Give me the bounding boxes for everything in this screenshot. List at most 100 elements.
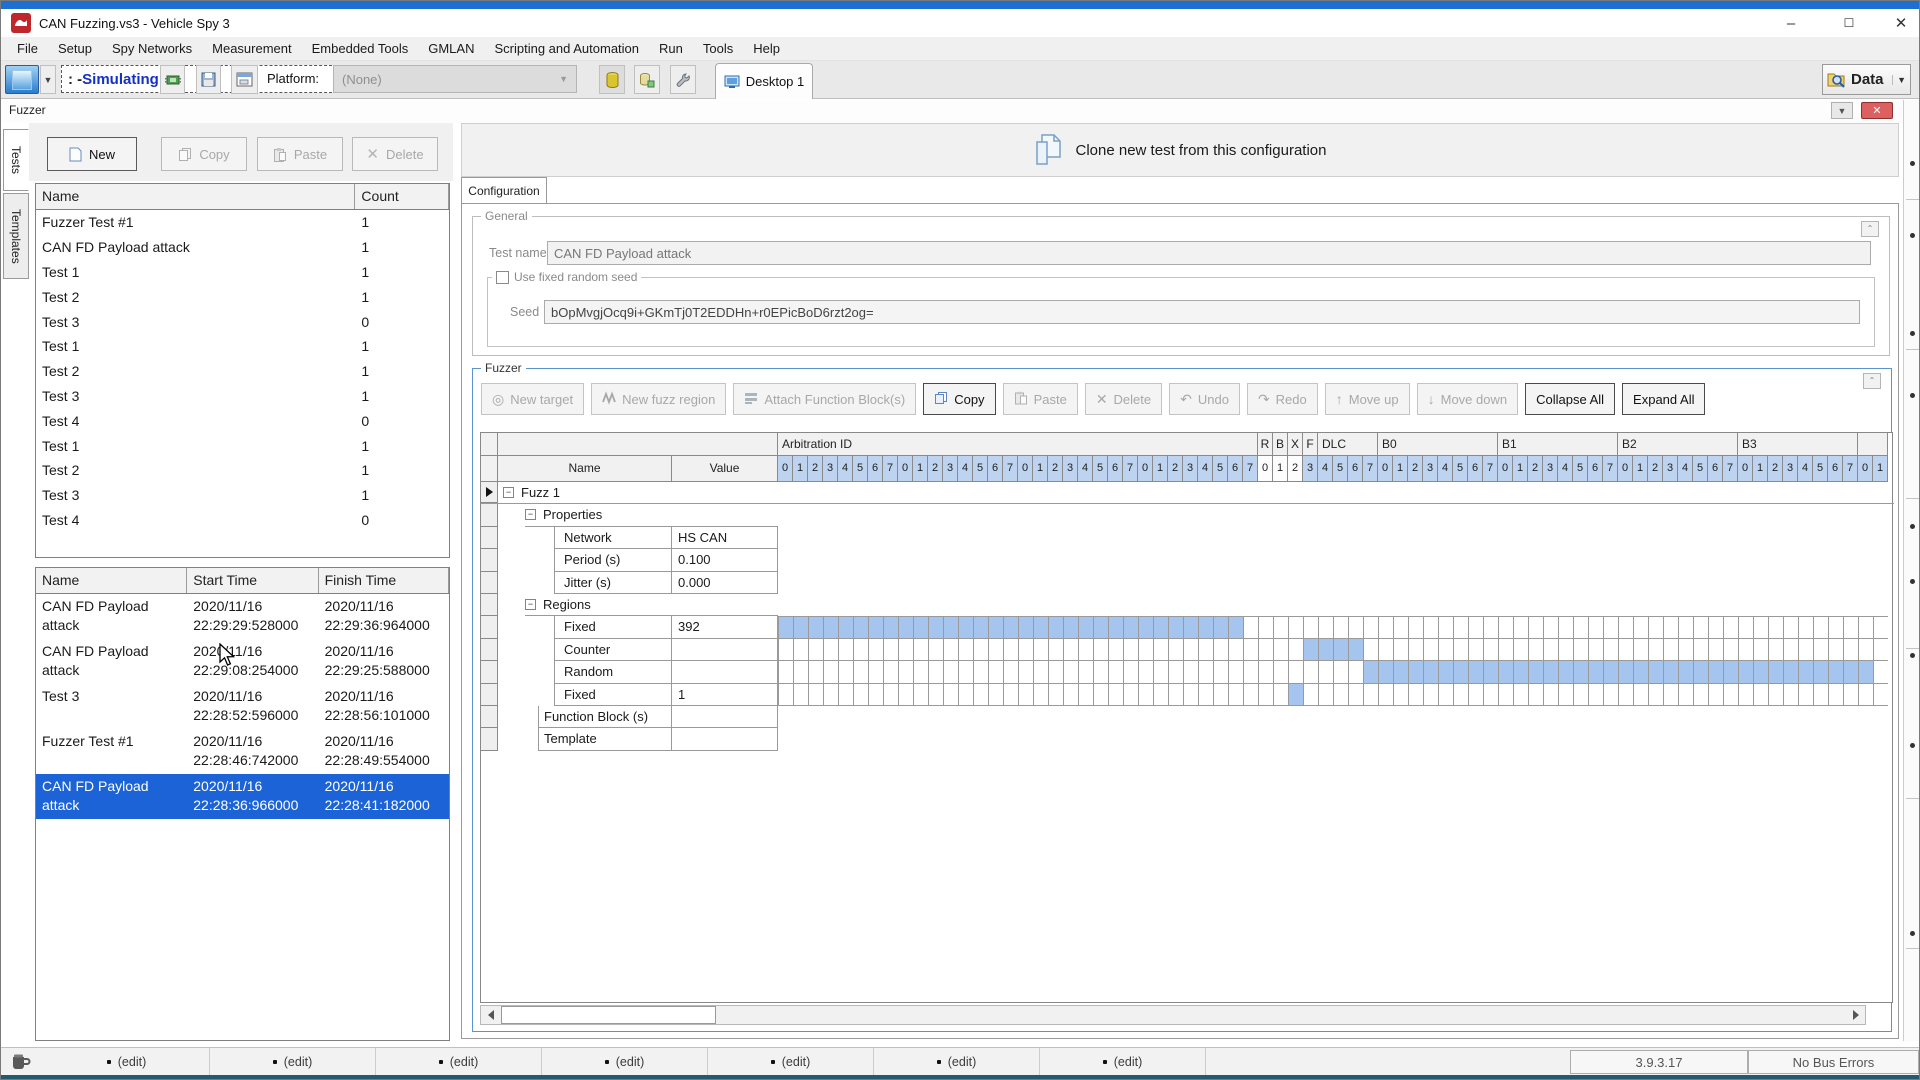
paste-button[interactable]: Paste (1003, 383, 1078, 415)
test-row[interactable]: CAN FD Payload attack1 (36, 235, 449, 260)
test-row[interactable]: Fuzzer Test #11 (36, 210, 449, 235)
grid-row-properties[interactable]: −Properties (481, 504, 1894, 526)
seed-field[interactable]: bOpMvgjOcq9i+GKmTj0T2EDDHn+r0EPicBoD6rzt… (544, 300, 1860, 324)
value-cell[interactable] (672, 728, 778, 750)
new-fuzz-region-button[interactable]: New fuzz region (591, 383, 726, 415)
value-cell[interactable]: 1 (672, 684, 778, 706)
copy-button[interactable]: Copy (923, 383, 995, 415)
tab-desktop-1[interactable]: Desktop 1 (715, 63, 813, 99)
menu-setup[interactable]: Setup (48, 38, 102, 59)
status-edit-segment[interactable]: (edit) (44, 1048, 210, 1076)
menu-file[interactable]: File (7, 38, 48, 59)
value-cell[interactable]: 0.000 (672, 572, 778, 594)
test-row[interactable]: Test 31 (36, 483, 449, 508)
run-row[interactable]: CAN FD Payload attack2020/11/16 22:29:08… (36, 639, 449, 684)
status-edit-segment[interactable]: (edit) (708, 1048, 874, 1076)
bit-region-cells[interactable] (778, 616, 1888, 638)
maximize-button[interactable]: ☐ (1827, 9, 1871, 37)
status-edit-segment[interactable]: (edit) (542, 1048, 708, 1076)
undo-button[interactable]: ↶Undo (1169, 383, 1240, 415)
collapse-all-button[interactable]: Collapse All (1525, 383, 1615, 415)
run-row[interactable]: Fuzzer Test #12020/11/16 22:28:46:742000… (36, 729, 449, 774)
run-row[interactable]: Test 32020/11/16 22:28:52:5960002020/11/… (36, 684, 449, 729)
save-button[interactable] (196, 65, 221, 94)
value-cell[interactable]: 0.100 (672, 549, 778, 571)
grid-row-regions[interactable]: −Regions (481, 594, 1894, 616)
menu-run[interactable]: Run (649, 38, 693, 59)
grid-row-period-s[interactable]: Period (s)0.100 (481, 549, 1894, 571)
value-cell[interactable]: 392 (672, 616, 778, 638)
settings-button[interactable] (670, 65, 696, 94)
sidebar-tab-templates[interactable]: Templates (3, 193, 29, 279)
tree-collapse-toggle[interactable]: − (503, 487, 514, 498)
grid-row-fuzz-1[interactable]: −Fuzz 1 (481, 482, 1894, 504)
menu-spy-networks[interactable]: Spy Networks (102, 38, 202, 59)
test-row[interactable]: Test 11 (36, 334, 449, 359)
paste-test-button[interactable]: Paste (257, 137, 343, 171)
bit-region-cells[interactable] (778, 684, 1888, 706)
grid-horizontal-scrollbar[interactable] (480, 1005, 1866, 1025)
clone-test-banner-button[interactable]: Clone new test from this configuration (461, 123, 1899, 177)
value-cell[interactable] (672, 661, 778, 683)
grid-row-jitter-s[interactable]: Jitter (s)0.000 (481, 572, 1894, 594)
grid-row-fixed[interactable]: Fixed1 (481, 684, 1894, 706)
menu-help[interactable]: Help (743, 38, 790, 59)
run-row[interactable]: CAN FD Payload attack2020/11/16 22:28:36… (36, 774, 449, 819)
menu-measurement[interactable]: Measurement (202, 38, 301, 59)
value-cell[interactable] (672, 639, 778, 661)
sidebar-tab-tests[interactable]: Tests (3, 129, 29, 191)
copy-test-button[interactable]: Copy (161, 137, 247, 171)
test-row[interactable]: Test 40 (36, 408, 449, 433)
tree-collapse-toggle[interactable]: − (525, 509, 536, 520)
status-edit-segment[interactable]: (edit) (376, 1048, 542, 1076)
value-cell[interactable] (672, 706, 778, 728)
hardware-button[interactable] (160, 65, 185, 94)
test-row[interactable]: Test 11 (36, 433, 449, 458)
status-edit-segment[interactable]: (edit) (1040, 1048, 1206, 1076)
scrollbar-thumb[interactable] (501, 1006, 716, 1024)
fuzzer-window-menu-button[interactable]: ▼ (1831, 102, 1853, 119)
test-row[interactable]: Test 21 (36, 359, 449, 384)
test-row[interactable]: Test 30 (36, 309, 449, 334)
delete-test-button[interactable]: ✕ Delete (352, 137, 438, 171)
database-add-button[interactable] (634, 65, 660, 94)
attach-function-block-s-button[interactable]: Attach Function Block(s) (733, 383, 916, 415)
test-row[interactable]: Test 21 (36, 284, 449, 309)
move-up-button[interactable]: ↑Move up (1325, 383, 1410, 415)
menu-tools[interactable]: Tools (693, 38, 743, 59)
menu-scripting-and-automation[interactable]: Scripting and Automation (484, 38, 649, 59)
move-down-button[interactable]: ↓Move down (1417, 383, 1518, 415)
test-row[interactable]: Test 31 (36, 384, 449, 409)
data-button[interactable]: Data ▼ (1822, 64, 1911, 95)
scroll-left-button[interactable] (481, 1006, 500, 1024)
test-row[interactable]: Test 21 (36, 458, 449, 483)
menu-gmlan[interactable]: GMLAN (418, 38, 484, 59)
options-window-button[interactable] (231, 65, 258, 94)
grid-row-network[interactable]: NetworkHS CAN (481, 527, 1894, 549)
minimize-button[interactable]: – (1769, 9, 1813, 37)
test-name-field[interactable]: CAN FD Payload attack (547, 241, 1871, 265)
scroll-right-button[interactable] (1846, 1006, 1865, 1024)
grid-row-random[interactable]: Random (481, 661, 1894, 683)
test-row[interactable]: Test 11 (36, 260, 449, 285)
fuzzer-window-close-button[interactable]: ✕ (1861, 102, 1893, 119)
spy-mode-button[interactable] (5, 65, 39, 94)
status-edit-segment[interactable]: (edit) (210, 1048, 376, 1076)
spy-mode-dropdown[interactable]: ▼ (40, 65, 56, 94)
collapse-fuzzer-button[interactable]: ⌃ (1863, 373, 1881, 389)
delete-button[interactable]: ✕Delete (1085, 383, 1162, 415)
tab-configuration[interactable]: Configuration (461, 177, 547, 203)
grid-row-fixed[interactable]: Fixed392 (481, 616, 1894, 638)
menu-embedded-tools[interactable]: Embedded Tools (302, 38, 419, 59)
collapse-general-button[interactable]: ⌃ (1861, 221, 1879, 237)
test-row[interactable]: Test 40 (36, 508, 449, 533)
run-row[interactable]: CAN FD Payload attack2020/11/16 22:29:29… (36, 594, 449, 639)
value-cell[interactable]: HS CAN (672, 527, 778, 549)
grid-row-template[interactable]: Template (481, 728, 1894, 750)
data-dropdown-icon[interactable]: ▼ (1892, 75, 1906, 85)
new-target-button[interactable]: ◎New target (481, 383, 584, 415)
bit-region-cells[interactable] (778, 661, 1888, 683)
new-test-button[interactable]: New (47, 137, 137, 171)
bit-region-cells[interactable] (778, 639, 1888, 661)
platform-select[interactable]: (None) ▼ (333, 65, 577, 93)
